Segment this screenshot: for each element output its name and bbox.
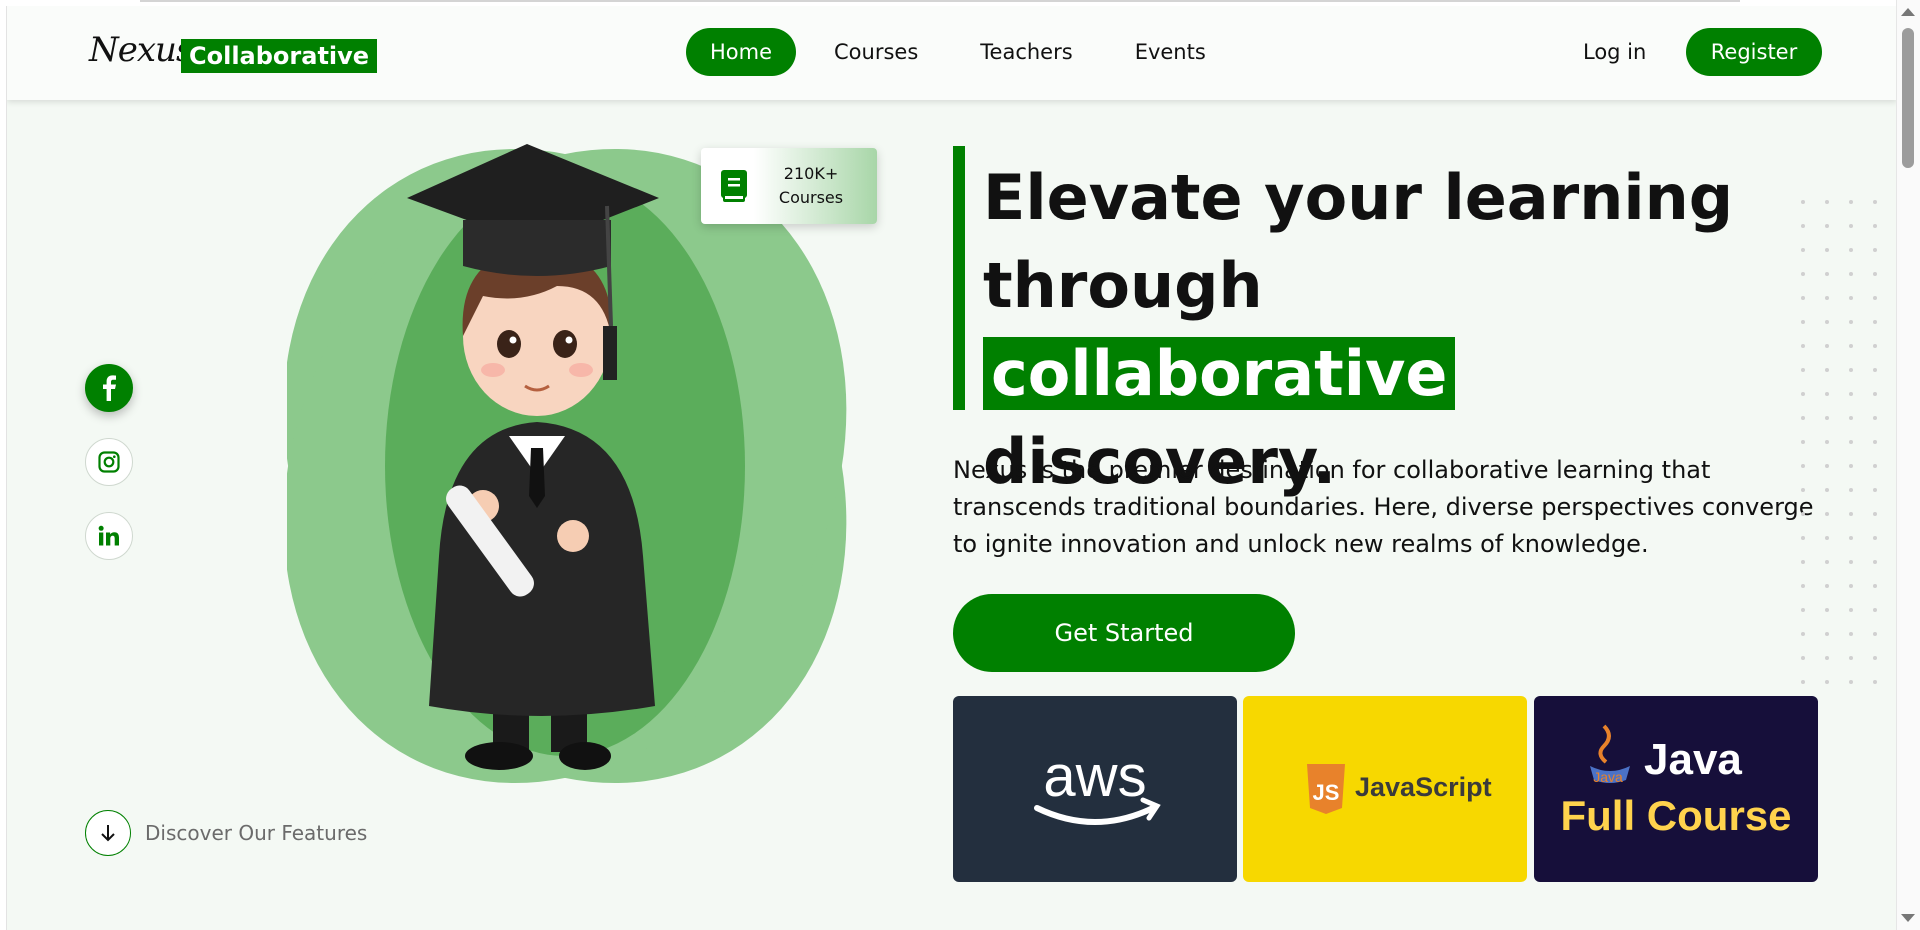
page: Nexus Collaborative Home Courses Teacher… [6,6,1897,930]
javascript-logo: JS JavaScript [1307,764,1492,814]
instagram-button[interactable] [85,438,133,486]
facebook-icon [103,375,116,401]
discover-label[interactable]: Discover Our Features [145,821,367,845]
badge-text: 210K+ Courses [759,162,863,210]
java-course-card[interactable]: Java Java Full Course [1534,696,1818,882]
java-title-text: Java [1644,735,1742,784]
java-subtitle-text: Full Course [1560,792,1791,839]
java-small-text: Java [1593,769,1623,785]
headline-line-2: through collaborative [983,242,1743,418]
hero-illustration [287,144,847,784]
logo-box-text[interactable]: Collaborative [181,39,378,73]
headline-line-1: Elevate your learning [983,161,1734,234]
nav-links: Home Courses Teachers Events [686,28,1230,76]
login-link[interactable]: Log in [1583,40,1646,64]
linkedin-button[interactable] [85,512,133,560]
js-badge-text: JS [1313,780,1340,805]
aws-logo-text: aws [1043,744,1146,809]
hero-paragraph: Nexus is the premier destination for col… [953,456,1814,558]
linkedin-icon [98,525,119,546]
instagram-icon [98,451,120,473]
badge-label: Courses [778,188,844,207]
aws-course-card[interactable]: aws [953,696,1237,882]
discover-features-link[interactable]: Discover Our Features [85,810,367,856]
get-started-button[interactable]: Get Started [953,594,1295,672]
scroll-up-arrow-icon[interactable] [1901,8,1915,16]
javascript-text: JavaScript [1355,772,1492,802]
nav-teachers[interactable]: Teachers [956,28,1096,76]
nav-home[interactable]: Home [686,28,797,76]
headline-through: through [983,249,1263,322]
badge-count: 210K+ [783,164,839,183]
courses-count-badge: 210K+ Courses [701,148,877,224]
logo-script-text[interactable]: Nexus [89,30,193,70]
java-logo: Java Java Full Course [1560,724,1792,839]
navbar: Nexus Collaborative Home Courses Teacher… [7,6,1897,100]
scrollbar-thumb[interactable] [1902,28,1914,168]
decorative-dot-grid [1801,200,1877,684]
register-button[interactable]: Register [1686,28,1822,76]
headline-accent-bar [953,146,965,410]
facebook-button[interactable] [85,364,133,412]
aws-logo: aws [1034,744,1161,825]
nav-courses[interactable]: Courses [810,28,942,76]
book-icon [721,170,747,202]
javascript-course-card[interactable]: JS JavaScript [1243,696,1527,882]
arrow-down-icon [101,825,115,842]
headline-highlight: collaborative [983,337,1456,410]
discover-circle[interactable] [85,810,131,856]
nav-events[interactable]: Events [1111,28,1230,76]
browser-top-line [140,0,1740,2]
scroll-down-arrow-icon[interactable] [1901,914,1915,922]
